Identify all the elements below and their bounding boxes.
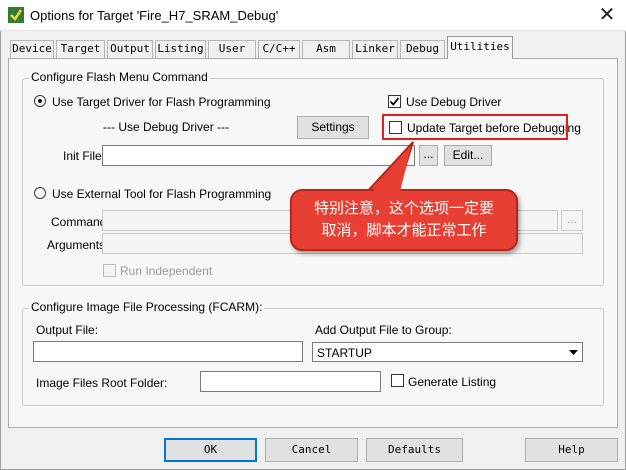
ok-button[interactable]: OK <box>164 438 257 462</box>
edit-button[interactable]: Edit... <box>444 145 492 166</box>
close-icon[interactable]: ✕ <box>596 4 618 26</box>
tab-listing[interactable]: Listing <box>155 40 206 58</box>
callout-pointer-fill <box>369 146 411 196</box>
tab-device[interactable]: Device <box>10 40 54 58</box>
tab-asm[interactable]: Asm <box>302 40 350 58</box>
generate-listing-checkbox[interactable] <box>391 374 404 387</box>
command-browse-button[interactable]: ... <box>561 210 583 231</box>
use-external-tool-radio[interactable] <box>34 187 46 199</box>
defaults-button[interactable]: Defaults <box>366 438 463 462</box>
use-debug-driver-label: Use Debug Driver <box>406 95 502 109</box>
add-output-group-label: Add Output File to Group: <box>315 323 452 337</box>
chevron-down-icon[interactable] <box>566 344 581 360</box>
tab-utilities[interactable]: Utilities <box>447 36 513 59</box>
use-target-driver-label: Use Target Driver for Flash Programming <box>52 95 271 109</box>
generate-listing-label: Generate Listing <box>408 375 497 389</box>
arguments-label: Arguments: <box>47 238 109 252</box>
tab-user[interactable]: User <box>208 40 256 58</box>
flash-group-title: Configure Flash Menu Command <box>29 70 210 84</box>
use-external-tool-label: Use External Tool for Flash Programming <box>52 187 272 201</box>
tab-target[interactable]: Target <box>56 40 105 58</box>
root-folder-label: Image Files Root Folder: <box>36 376 168 390</box>
keil-app-icon <box>8 7 24 23</box>
root-folder-input[interactable] <box>200 371 381 392</box>
output-file-input[interactable] <box>33 341 303 362</box>
init-file-label: Init File: <box>63 149 106 163</box>
help-button[interactable]: Help <box>525 438 618 462</box>
flash-group <box>22 78 604 286</box>
callout-line-2: 取消，脚本才能正常工作 <box>321 222 487 239</box>
run-independent-label: Run Independent <box>120 264 213 278</box>
driver-selection-text: --- Use Debug Driver --- <box>103 120 230 134</box>
cancel-button[interactable]: Cancel <box>265 438 358 462</box>
tab-debug[interactable]: Debug <box>400 40 445 58</box>
tab-linker[interactable]: Linker <box>352 40 398 58</box>
output-file-label: Output File: <box>36 323 99 337</box>
window-title: Options for Target 'Fire_H7_SRAM_Debug' <box>30 8 279 23</box>
tab-output[interactable]: Output <box>107 40 153 58</box>
tab-c-cpp[interactable]: C/C++ <box>258 40 300 58</box>
highlight-box <box>382 114 568 140</box>
run-independent-checkbox[interactable] <box>103 264 116 277</box>
settings-button[interactable]: Settings <box>297 116 369 139</box>
group-select[interactable]: STARTUP <box>312 342 583 362</box>
checkmark-icon <box>389 97 400 106</box>
group-select-value: STARTUP <box>317 346 372 360</box>
command-label: Command: <box>51 215 110 229</box>
image-processing-title: Configure Image File Processing (FCARM): <box>29 300 265 314</box>
use-debug-driver-checkbox[interactable] <box>388 95 401 108</box>
use-target-driver-radio[interactable] <box>34 95 46 107</box>
